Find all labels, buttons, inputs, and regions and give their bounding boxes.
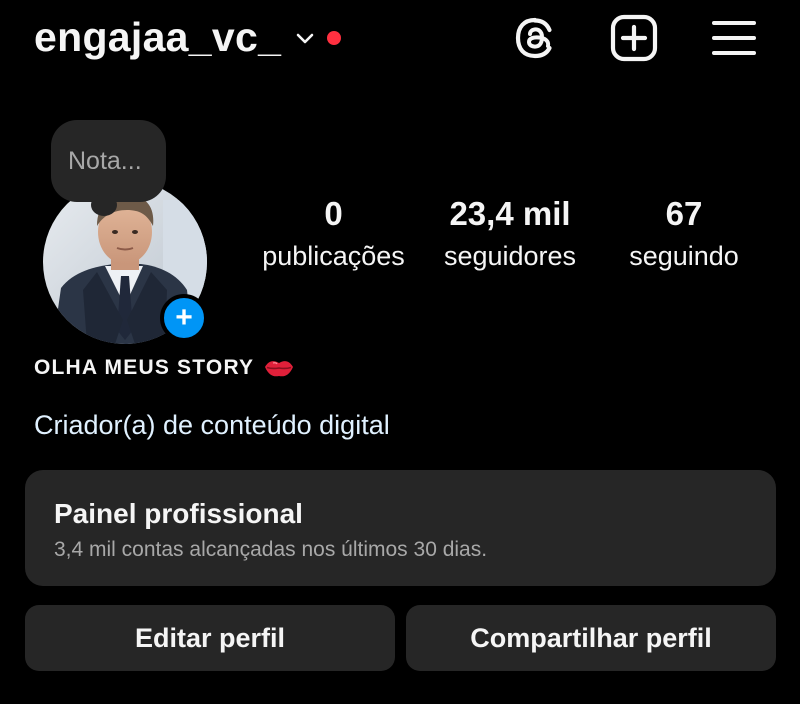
notification-dot [327,30,342,45]
following-label: seguindo [629,241,739,271]
threads-icon[interactable] [511,14,559,62]
note-bubble[interactable]: Nota... [51,120,166,216]
followers-count: 23,4 mil [449,195,571,232]
add-post-icon[interactable] [610,14,658,62]
lips-kiss-icon [264,358,294,378]
add-story-button[interactable]: + [160,294,208,342]
menu-icon[interactable] [710,14,758,62]
display-name-text: OLHA MEUS STORY [34,356,255,379]
plus-icon: + [175,301,193,334]
stat-following[interactable]: 67 seguindo [622,194,746,273]
stat-posts[interactable]: 0 publicações [255,194,412,273]
profile-category[interactable]: Criador(a) de conteúdo digital [34,410,390,441]
chevron-down-icon[interactable] [295,31,315,45]
account-switcher[interactable]: engajaa_vc_ [34,14,342,61]
top-bar: engajaa_vc_ [0,0,800,84]
username[interactable]: engajaa_vc_ [34,14,281,61]
share-profile-button[interactable]: Compartilhar perfil [406,605,776,671]
dashboard-title: Painel profissional [54,498,303,529]
dashboard-subtitle: 3,4 mil contas alcançadas nos últimos 30… [54,538,488,561]
edit-profile-button[interactable]: Editar perfil [25,605,395,671]
stat-followers[interactable]: 23,4 mil seguidores [437,194,583,273]
posts-label: publicações [262,241,405,271]
following-count: 67 [665,195,703,232]
posts-count: 0 [324,195,343,232]
display-name: OLHA MEUS STORY [34,356,294,380]
professional-dashboard-card[interactable]: Painel profissional 3,4 mil contas alcan… [25,470,776,586]
note-placeholder: Nota... [68,147,142,175]
followers-label: seguidores [443,241,577,271]
